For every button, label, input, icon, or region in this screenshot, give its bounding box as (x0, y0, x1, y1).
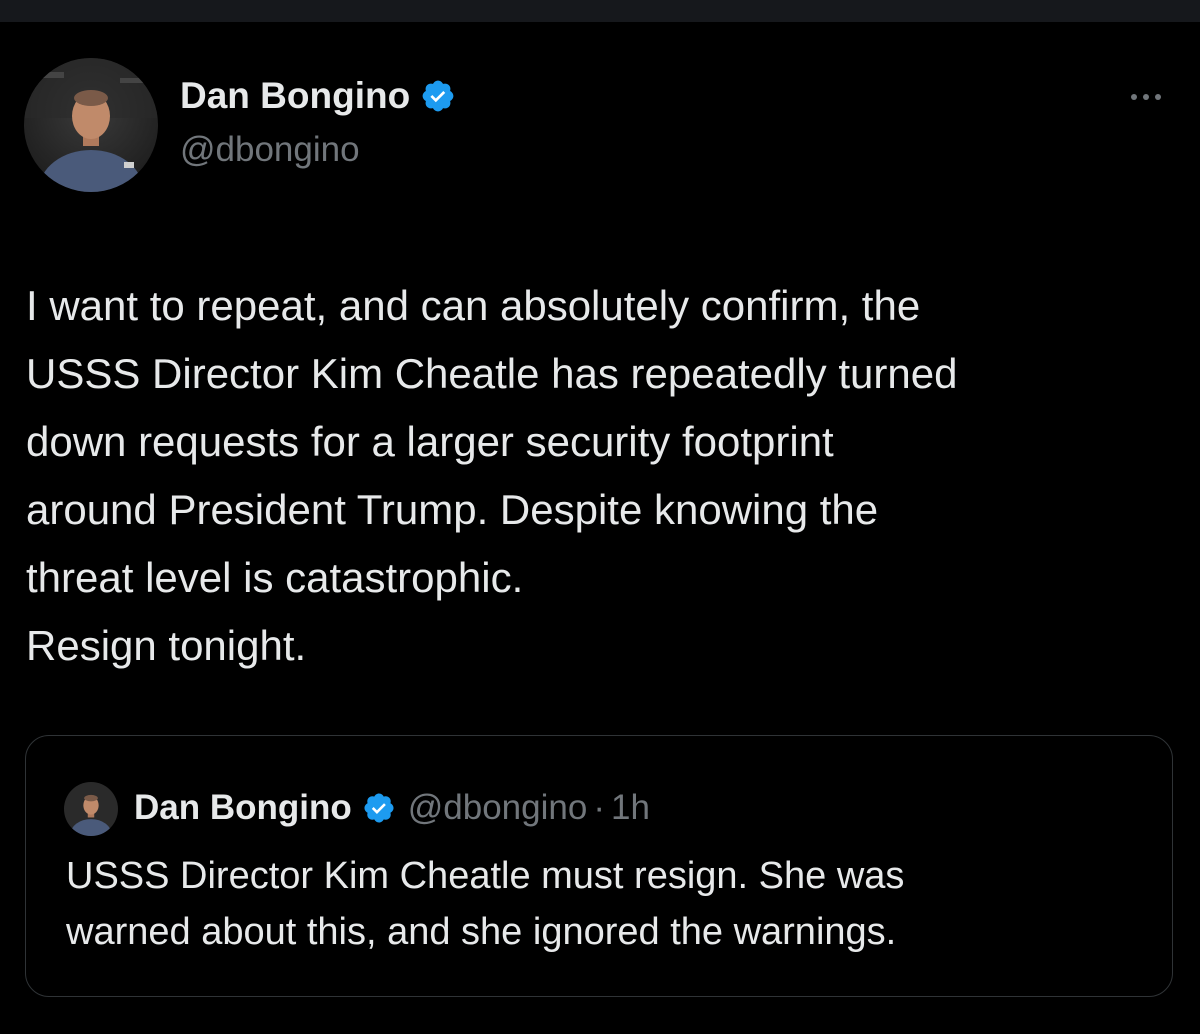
quoted-header: Dan Bongino @dbongino · 1h (134, 786, 650, 830)
tweet-text-line: USSS Director Kim Cheatle has repeatedly… (26, 350, 958, 397)
more-options-icon[interactable] (1118, 82, 1174, 112)
tweet-text-line: around President Trump. Despite knowing … (26, 486, 879, 533)
tweet-text-line: I want to repeat, and can absolutely con… (26, 282, 921, 329)
quoted-display-name[interactable]: Dan Bongino (134, 788, 352, 828)
quoted-timestamp[interactable]: 1h (611, 788, 650, 828)
quoted-handle[interactable]: @dbongino (408, 788, 588, 828)
avatar-photo-icon (64, 782, 118, 836)
top-strip (0, 0, 1200, 22)
quoted-text-line: USSS Director Kim Cheatle must resign. S… (66, 855, 905, 897)
avatar-photo-icon (24, 58, 158, 192)
quoted-text-line: warned about this, and she ignored the w… (66, 911, 897, 953)
quoted-tweet-text: USSS Director Kim Cheatle must resign. S… (66, 848, 1146, 960)
quoted-tweet[interactable]: Dan Bongino @dbongino · 1h USSS Director… (25, 735, 1173, 997)
tweet-text-line: down requests for a larger security foot… (26, 418, 834, 465)
author-handle[interactable]: @dbongino (180, 130, 360, 170)
quoted-author-avatar[interactable] (64, 782, 118, 836)
tweet-card: Dan Bongino @dbongino I want to repeat, … (0, 22, 1200, 1034)
more-dot (1131, 94, 1137, 100)
tweet-text-line: Resign tonight. (26, 622, 307, 669)
tweet-text-line: threat level is catastrophic. (26, 554, 524, 601)
author-display-name[interactable]: Dan Bongino (180, 75, 410, 117)
verified-badge-icon[interactable] (362, 791, 396, 825)
author-avatar[interactable] (24, 58, 158, 192)
tweet-text: I want to repeat, and can absolutely con… (26, 272, 1176, 680)
verified-badge-icon[interactable] (420, 78, 456, 114)
more-dot (1155, 94, 1161, 100)
author-name-row: Dan Bongino (180, 74, 456, 118)
quoted-separator: · (593, 788, 605, 827)
more-dot (1143, 94, 1149, 100)
